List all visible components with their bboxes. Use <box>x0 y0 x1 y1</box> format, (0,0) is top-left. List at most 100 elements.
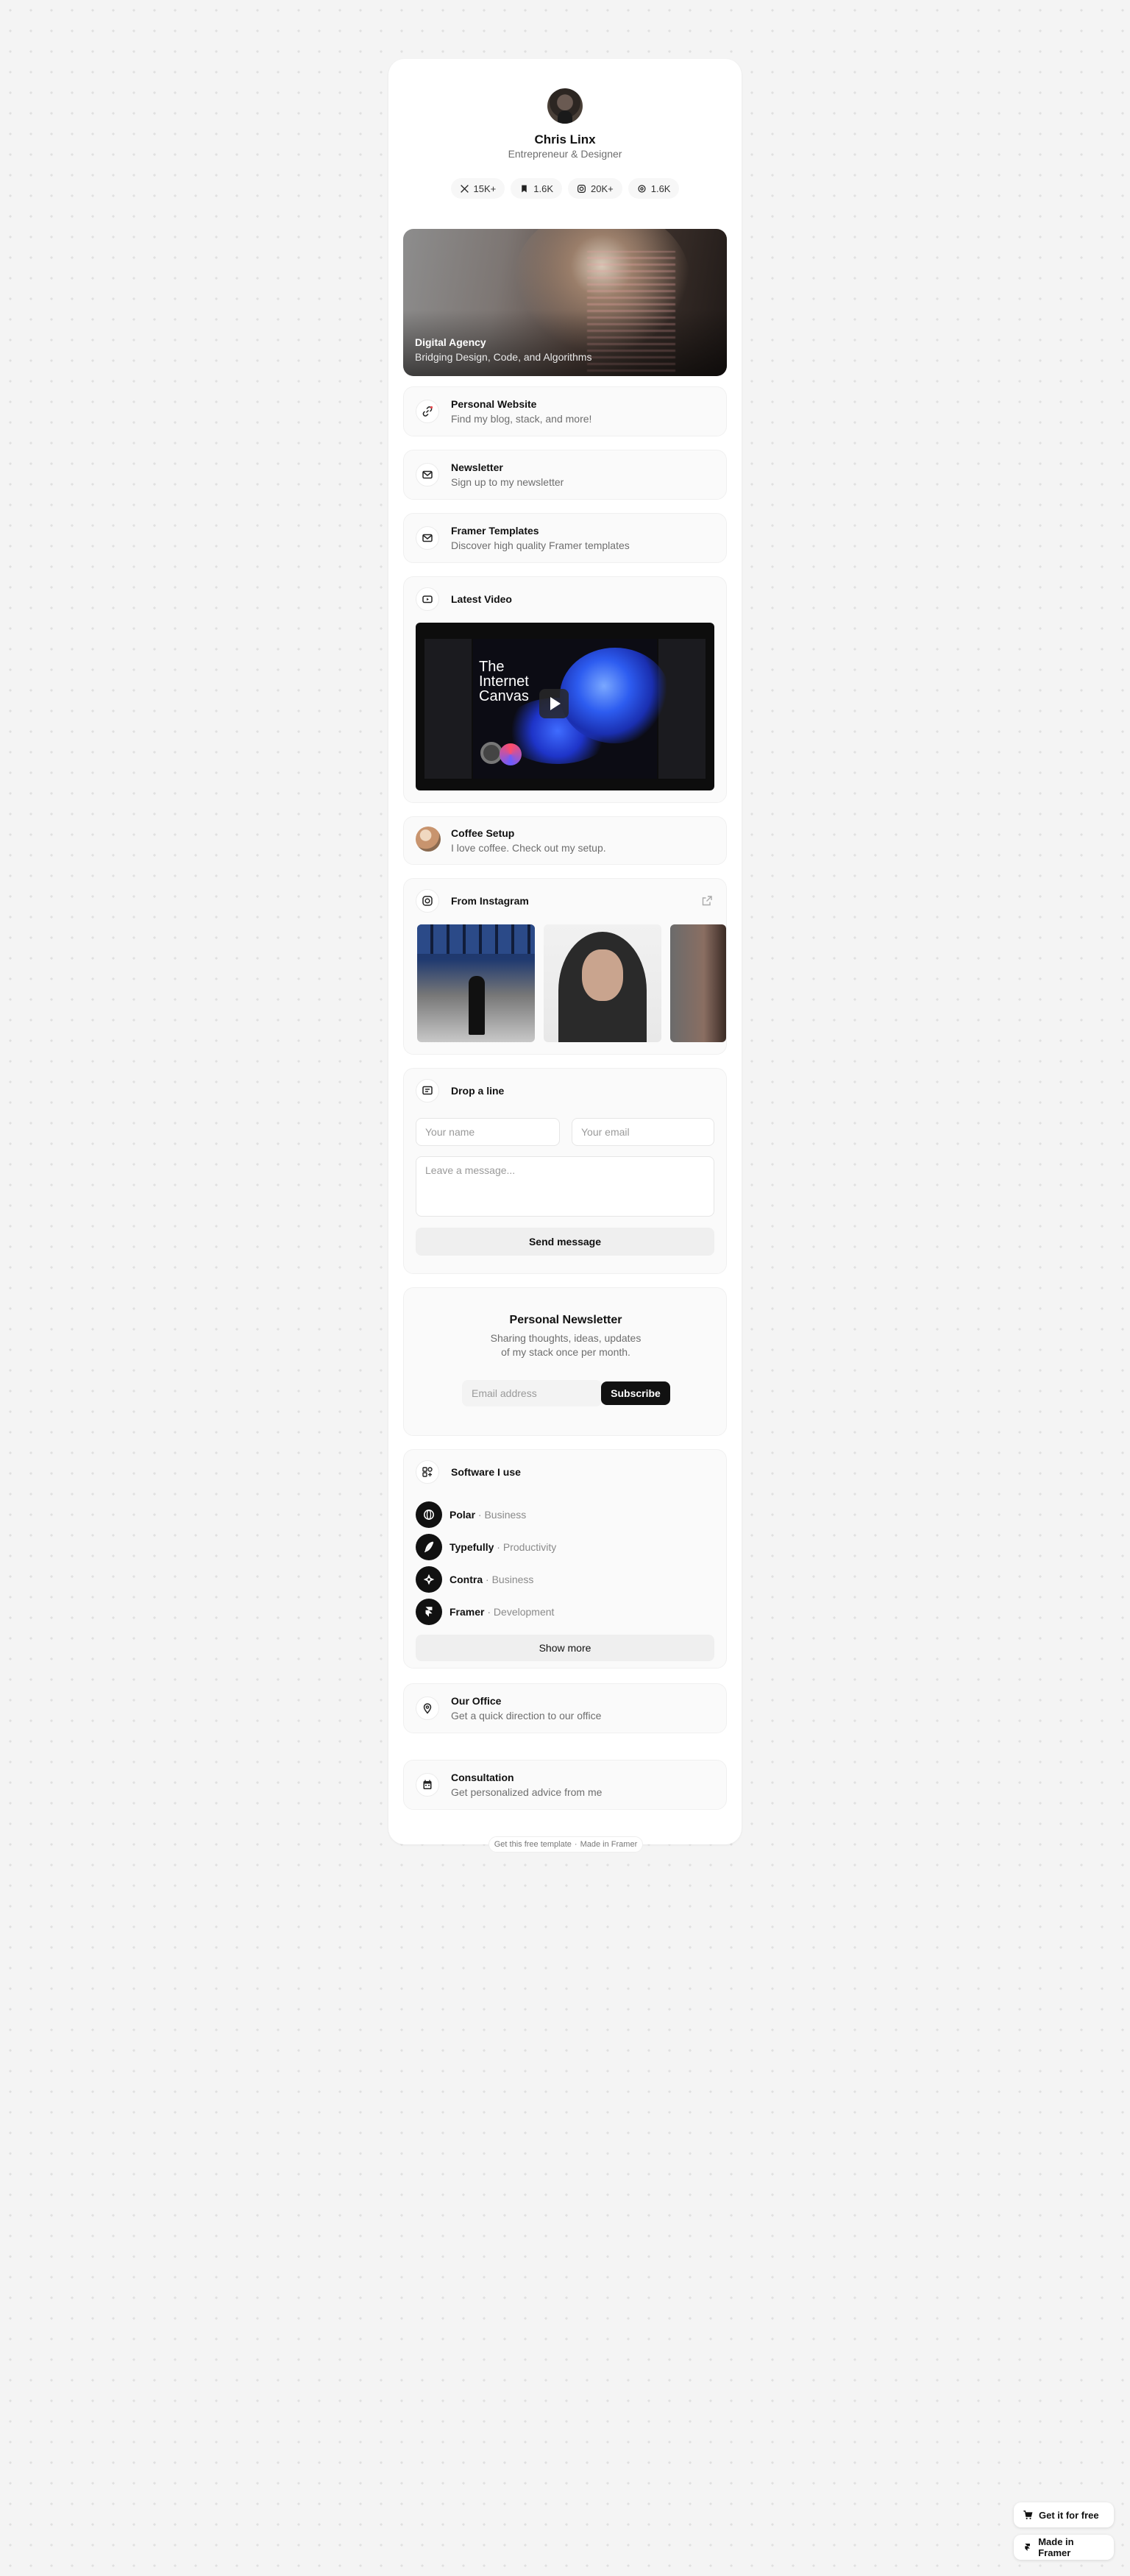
get-it-for-free-button[interactable]: Get it for free <box>1014 2502 1114 2527</box>
section-title: From Instagram <box>451 895 529 907</box>
latest-video-section: Latest Video The Internet Canvas <box>403 576 727 803</box>
newsletter-line-1: Sharing thoughts, ideas, updates <box>490 1332 642 1344</box>
thumbnail-line: The <box>479 659 505 675</box>
made-in-framer-label: Made in Framer <box>1038 2536 1074 2558</box>
external-link-icon[interactable] <box>701 895 713 907</box>
link-title: Newsletter <box>451 461 503 473</box>
link-subtitle: Sign up to my newsletter <box>451 476 564 488</box>
link-icon <box>416 400 439 423</box>
thumbnail-title: The Internet Canvas <box>479 659 529 704</box>
message-textarea[interactable]: Leave a message... <box>416 1156 714 1217</box>
social-instagram[interactable]: 20K+ <box>568 178 622 199</box>
instagram-icon <box>416 889 439 913</box>
profile-card: Chris Linx Entrepreneur & Designer 15K+ … <box>388 59 742 1844</box>
quill-icon <box>416 1534 442 1560</box>
link-title: Framer Templates <box>451 525 539 537</box>
link-title: Consultation <box>451 1772 514 1783</box>
play-button[interactable] <box>539 689 569 718</box>
link-subtitle: Discover high quality Framer templates <box>451 539 630 551</box>
software-category: Business <box>484 1509 527 1521</box>
apps-icon <box>416 1460 439 1484</box>
link-title: Coffee Setup <box>451 827 515 839</box>
software-separator: · <box>494 1541 503 1553</box>
youtube-icon <box>416 587 439 611</box>
software-label: Typefully · Productivity <box>449 1541 556 1553</box>
thumbnail-shape <box>560 648 670 743</box>
link-framer-templates[interactable]: Framer Templates Discover high quality F… <box>403 513 727 563</box>
banner-subtitle: Bridging Design, Code, and Algorithms <box>415 351 592 363</box>
link-subtitle: I love coffee. Check out my setup. <box>451 842 606 854</box>
link-subtitle: Get personalized advice from me <box>451 1786 603 1798</box>
software-label: Polar · Business <box>449 1509 526 1521</box>
profile-role: Entrepreneur & Designer <box>508 148 622 160</box>
social-threads[interactable]: 1.6K <box>628 178 680 199</box>
footer-separator: · <box>574 1840 578 1849</box>
bookmark-icon <box>522 185 527 192</box>
instagram-post[interactable] <box>544 924 661 1042</box>
get-it-for-free-label: Get it for free <box>1039 2509 1099 2521</box>
mail-icon <box>416 526 439 550</box>
section-title: Software I use <box>451 1466 521 1478</box>
social-bookmark[interactable]: 1.6K <box>511 178 562 199</box>
name-input[interactable]: Your name <box>416 1118 560 1146</box>
cart-icon <box>1023 2510 1033 2519</box>
newsletter-email-input[interactable]: Email address <box>462 1380 602 1406</box>
show-more-button[interactable]: Show more <box>416 1635 714 1661</box>
avatar <box>547 88 583 124</box>
instagram-section: From Instagram <box>403 878 727 1055</box>
threads-icon <box>638 184 646 193</box>
link-title: Personal Website <box>451 398 537 410</box>
message-icon <box>416 1079 439 1103</box>
thumbnail-line: Internet <box>479 673 529 690</box>
map-pin-icon <box>416 1696 439 1720</box>
instagram-post[interactable] <box>417 924 535 1042</box>
software-name: Framer <box>449 1606 485 1618</box>
link-newsletter[interactable]: Newsletter Sign up to my newsletter <box>403 450 727 500</box>
software-item-contra[interactable]: Contra · Business <box>416 1566 533 1593</box>
subscribe-button[interactable]: Subscribe <box>601 1381 670 1405</box>
newsletter-line-2: of my stack once per month. <box>501 1346 630 1358</box>
get-template-link[interactable]: Get this free template <box>494 1840 572 1849</box>
polar-icon <box>416 1501 442 1528</box>
footer-links: Get this free template · Made in Framer <box>488 1836 643 1853</box>
send-message-button[interactable]: Send message <box>416 1228 714 1256</box>
software-name: Typefully <box>449 1541 494 1553</box>
calendar-icon <box>416 1773 439 1797</box>
software-name: Polar <box>449 1509 476 1521</box>
made-in-framer-link[interactable]: Made in Framer <box>580 1840 638 1849</box>
social-count: 20K+ <box>591 183 614 194</box>
software-item-framer[interactable]: Framer · Development <box>416 1599 554 1625</box>
social-stats: 15K+ 1.6K 20K+ 1.6K <box>388 178 742 199</box>
video-player[interactable]: The Internet Canvas <box>416 623 714 790</box>
social-x[interactable]: 15K+ <box>450 178 505 199</box>
software-item-polar[interactable]: Polar · Business <box>416 1501 526 1528</box>
software-item-typefully[interactable]: Typefully · Productivity <box>416 1534 556 1560</box>
newsletter-title: Personal Newsletter <box>509 1314 622 1326</box>
framer-icon <box>1025 2544 1030 2551</box>
profile-name: Chris Linx <box>534 132 596 146</box>
contact-form-section: Drop a line Your name Your email Leave a… <box>403 1068 727 1274</box>
x-icon <box>460 184 469 193</box>
link-personal-website[interactable]: Personal Website Find my blog, stack, an… <box>403 386 727 436</box>
link-consultation[interactable]: Consultation Get personalized advice fro… <box>403 1760 727 1810</box>
digital-agency-banner[interactable]: Digital Agency Bridging Design, Code, an… <box>403 229 727 376</box>
banner-title: Digital Agency <box>415 336 486 348</box>
email-input[interactable]: Your email <box>572 1118 714 1146</box>
made-in-framer-badge[interactable]: Made in Framer <box>1014 2535 1114 2560</box>
software-label: Contra · Business <box>449 1574 533 1585</box>
instagram-icon <box>578 184 586 193</box>
social-count: 1.6K <box>650 183 671 194</box>
software-separator: · <box>484 1606 494 1618</box>
mail-icon <box>416 463 439 486</box>
link-our-office[interactable]: Our Office Get a quick direction to our … <box>403 1683 727 1733</box>
instagram-post[interactable] <box>670 924 726 1042</box>
software-label: Framer · Development <box>449 1606 554 1618</box>
link-coffee-setup[interactable]: Coffee Setup I love coffee. Check out my… <box>403 816 727 865</box>
software-separator: · <box>483 1574 492 1585</box>
video-left-panel <box>424 639 472 779</box>
framer-icon <box>416 1599 442 1625</box>
software-category: Development <box>493 1606 555 1618</box>
link-subtitle: Find my blog, stack, and more! <box>451 413 592 425</box>
section-title: Latest Video <box>451 593 512 605</box>
software-category: Productivity <box>502 1541 557 1553</box>
